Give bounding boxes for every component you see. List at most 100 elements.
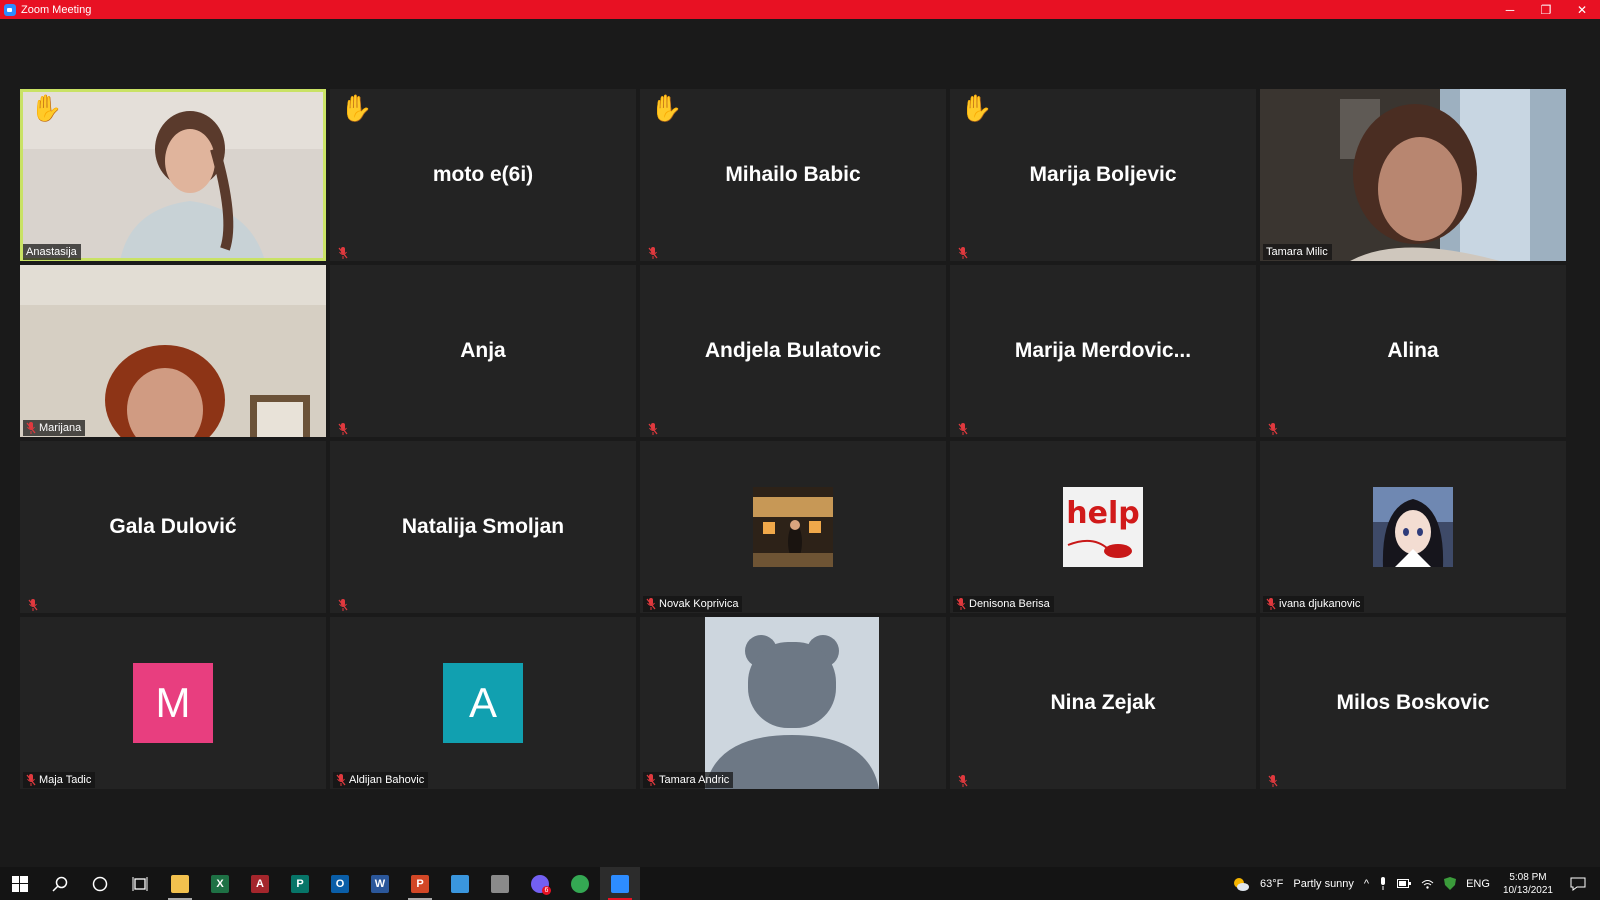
participant-tile-nina[interactable]: Nina Zejak (950, 617, 1256, 789)
participant-tile-aldijan[interactable]: A Aldijan Bahovic (330, 617, 636, 789)
participant-name: Nina Zejak (1050, 691, 1156, 714)
raised-hand-icon: ✋ (30, 93, 63, 123)
participant-label-text: ivana djukanovic (1279, 598, 1361, 610)
taskbar-file-explorer-button[interactable] (160, 867, 200, 900)
participant-label: Tamara Milic (1263, 244, 1332, 260)
participant-name: Alina (1387, 339, 1439, 362)
participant-name: Gala Dulović (109, 515, 237, 538)
participant-label: Denisona Berisa (953, 596, 1054, 612)
muted-mic-icon (958, 246, 968, 259)
participant-tile-alina[interactable]: Alina (1260, 265, 1566, 437)
chevron-up-icon[interactable]: ^ (1364, 878, 1369, 890)
muted-mic-icon (648, 246, 658, 259)
participant-name: Natalija Smoljan (401, 515, 565, 538)
muted-mic-icon (338, 598, 348, 611)
participant-tile-gala[interactable]: Gala Dulović (20, 441, 326, 613)
participant-name: Andjela Bulatovic (704, 339, 882, 362)
restore-button[interactable]: ❐ (1528, 0, 1564, 19)
participant-name: Anja (460, 339, 506, 362)
microphone-icon[interactable] (1379, 877, 1387, 890)
weather-text[interactable]: Partly sunny (1293, 878, 1354, 890)
publisher-icon: P (291, 874, 309, 893)
cortana-icon (92, 876, 108, 891)
participant-tile-denisona[interactable]: help Denisona Berisa (950, 441, 1256, 613)
zoom-icon (611, 874, 629, 893)
muted-mic-icon (28, 598, 38, 611)
participant-tile-moto[interactable]: ✋ moto e(6i) (330, 89, 636, 261)
participant-label-text: Anastasija (26, 246, 77, 258)
participant-label: Marijana (23, 420, 86, 436)
taskbar-excel-button[interactable]: X (200, 867, 240, 900)
participant-label: Maja Tadic (23, 772, 96, 788)
task-view-button[interactable] (120, 867, 160, 900)
taskbar-paint-button[interactable] (480, 867, 520, 900)
cortana-button[interactable] (80, 867, 120, 900)
taskbar-store-button[interactable] (440, 867, 480, 900)
taskbar-access-button[interactable]: A (240, 867, 280, 900)
participant-tile-marija-b[interactable]: ✋ Marija Boljevic (950, 89, 1256, 261)
language-indicator[interactable]: ENG (1466, 878, 1490, 890)
letter-avatar: M (133, 663, 213, 743)
taskbar-chrome-button[interactable] (560, 867, 600, 900)
muted-mic-icon (26, 422, 36, 434)
participant-label: Aldijan Bahovic (333, 772, 429, 788)
wifi-icon[interactable] (1421, 879, 1434, 889)
taskbar-viber-button[interactable]: 6 (520, 867, 560, 900)
weather-temp[interactable]: 63°F (1260, 878, 1283, 890)
participant-tile-anja[interactable]: Anja (330, 265, 636, 437)
participant-label-text: Tamara Andric (659, 774, 730, 786)
participant-tile-anastasija[interactable]: ✋ Anastasija (20, 89, 326, 261)
excel-icon: X (211, 874, 229, 893)
video-feed (1260, 89, 1566, 261)
search-icon (52, 876, 68, 892)
participant-tile-maja[interactable]: M Maja Tadic (20, 617, 326, 789)
participant-tile-tamara-a[interactable]: Tamara Andric (640, 617, 946, 789)
taskbar-outlook-button[interactable]: O (320, 867, 360, 900)
taskbar-word-button[interactable]: W (360, 867, 400, 900)
participant-tile-novak[interactable]: Novak Koprivica (640, 441, 946, 613)
security-icon[interactable] (1444, 877, 1457, 890)
clock-date: 10/13/2021 (1502, 884, 1553, 896)
participant-name: Marija Merdovic... (1014, 339, 1192, 362)
participant-tile-natalija[interactable]: Natalija Smoljan (330, 441, 636, 613)
task-view-icon (132, 876, 148, 891)
muted-mic-icon (336, 774, 346, 786)
start-button[interactable] (0, 867, 40, 900)
minimize-button[interactable]: ─ (1492, 0, 1528, 19)
participant-tile-marijana[interactable]: Marijana (20, 265, 326, 437)
video-feed (20, 265, 326, 437)
muted-mic-icon (958, 422, 968, 435)
muted-mic-icon (646, 774, 656, 786)
title-bar: Zoom Meeting ─ ❐ ✕ (0, 0, 1600, 19)
participant-tile-mihailo[interactable]: ✋ Mihailo Babic (640, 89, 946, 261)
participant-name: moto e(6i) (432, 163, 534, 186)
search-button[interactable] (40, 867, 80, 900)
muted-mic-icon (338, 422, 348, 435)
battery-icon[interactable] (1397, 879, 1412, 888)
taskbar-zoom-button[interactable] (600, 867, 640, 900)
participant-tile-marija-m[interactable]: Marija Merdovic... (950, 265, 1256, 437)
video-feed (20, 89, 326, 261)
close-button[interactable]: ✕ (1564, 0, 1600, 19)
muted-mic-icon (956, 598, 966, 610)
participant-tile-tamara-m[interactable]: Tamara Milic (1260, 89, 1566, 261)
notifications-icon[interactable] (1570, 877, 1586, 891)
participant-label: ivana djukanovic (1263, 596, 1365, 612)
taskbar-publisher-button[interactable]: P (280, 867, 320, 900)
participant-label-text: Novak Koprivica (659, 598, 739, 610)
profile-photo (1373, 487, 1453, 567)
participant-label-text: Tamara Milic (1266, 246, 1328, 258)
participant-tile-ivana[interactable]: ivana djukanovic (1260, 441, 1566, 613)
system-tray: 63°F Partly sunny ^ ENG 5:08 PM 10/13/20… (1227, 867, 1600, 900)
clock[interactable]: 5:08 PM 10/13/2021 (1503, 871, 1553, 897)
letter-avatar: A (443, 663, 523, 743)
file-explorer-icon (171, 874, 189, 893)
participant-tile-andjela[interactable]: Andjela Bulatovic (640, 265, 946, 437)
muted-mic-icon (646, 598, 656, 610)
participant-tile-milos[interactable]: Milos Boskovic (1260, 617, 1566, 789)
taskbar-powerpoint-button[interactable]: P (400, 867, 440, 900)
zoom-app-icon (4, 3, 16, 16)
raised-hand-icon: ✋ (650, 93, 683, 123)
chrome-icon (571, 874, 589, 893)
participant-label: Novak Koprivica (643, 596, 743, 612)
